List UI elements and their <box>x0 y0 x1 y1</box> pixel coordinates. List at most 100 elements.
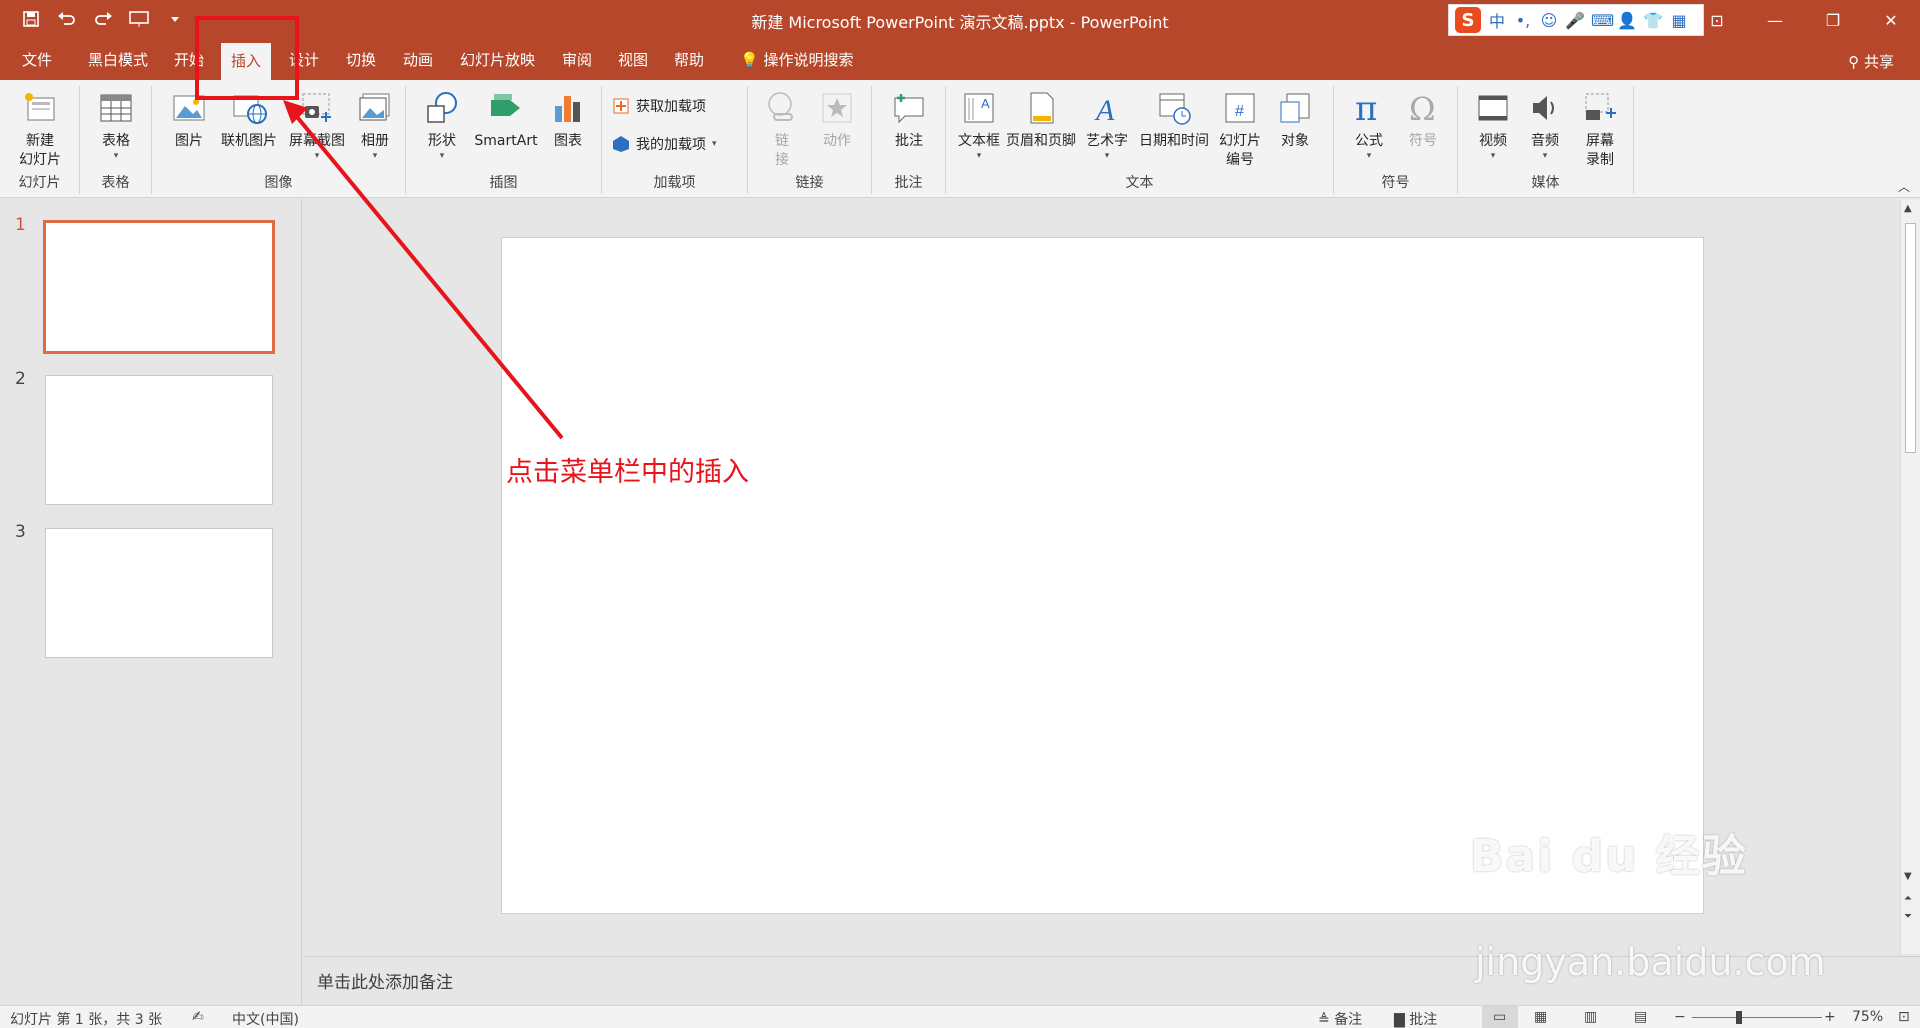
comment-button[interactable]: 批注 <box>884 90 934 151</box>
reading-view-button[interactable]: ▥ <box>1584 1009 1597 1025</box>
language-indicator[interactable]: 中文(中国) <box>232 1009 299 1028</box>
screen-recording-button[interactable]: 屏幕 录制 <box>1574 90 1626 170</box>
textbox-label: 文本框 <box>958 133 1000 149</box>
zoom-in-button[interactable]: + <box>1824 1009 1836 1025</box>
tell-me-search[interactable]: 💡 操作说明搜索 <box>730 40 863 80</box>
grid-menu-icon[interactable]: ▦ <box>1669 11 1689 30</box>
zoom-level[interactable]: 75% <box>1852 1009 1883 1025</box>
comments-toggle-label: 批注 <box>1409 1012 1438 1028</box>
scroll-down-icon[interactable]: ▼ <box>1904 871 1912 882</box>
action-button[interactable]: 动作 <box>812 90 862 151</box>
scroll-up-icon[interactable]: ▲ <box>1904 203 1912 214</box>
skin-icon[interactable]: 👕 <box>1643 11 1663 30</box>
zoom-out-button[interactable]: − <box>1674 1009 1686 1025</box>
screen-record-icon <box>1585 93 1616 120</box>
group-text: A 文本框 ▾ 页眉和页脚 A 艺术字 ▾ 日期和时间 # 幻灯片 编号 对象 … <box>946 86 1334 194</box>
slide-thumbnail-1[interactable] <box>43 220 275 354</box>
previous-slide-icon[interactable]: ⏶ <box>1904 893 1912 904</box>
comment-label: 批注 <box>895 133 923 149</box>
scrollbar-thumb[interactable] <box>1905 223 1916 453</box>
user-icon[interactable]: 👤 <box>1617 11 1637 30</box>
ribbon-display-icon: ⊡ <box>1710 10 1724 30</box>
my-addins-button[interactable]: 我的加载项 ▾ <box>612 134 717 154</box>
video-button[interactable]: 视频 ▾ <box>1468 90 1518 161</box>
tab-slideshow[interactable]: 幻灯片放映 <box>450 40 545 80</box>
textbox-icon: A <box>964 93 994 123</box>
tab-bw-mode[interactable]: 黑白模式 <box>78 40 158 80</box>
date-time-button[interactable]: 日期和时间 <box>1134 90 1214 151</box>
object-button[interactable]: 对象 <box>1270 90 1320 151</box>
keyboard-icon[interactable]: ⌨ <box>1591 11 1614 30</box>
slide-number-button[interactable]: # 幻灯片 编号 <box>1214 90 1266 170</box>
reading-view-icon: ▥ <box>1584 1009 1598 1025</box>
microphone-icon[interactable]: 🎤 <box>1565 11 1585 30</box>
picture-label: 图片 <box>175 133 203 149</box>
ime-language-toggle[interactable]: 中 <box>1487 8 1507 32</box>
group-illustrations: 形状 ▾ SmartArt 图表 插图 <box>406 86 602 194</box>
share-button[interactable]: ⚲ 共享 <box>1848 51 1894 72</box>
group-label: 图像 <box>264 175 293 191</box>
tab-transitions[interactable]: 切换 <box>336 40 386 80</box>
ime-toolbar: S 中 •, ☺ 🎤 ⌨ 👤 👕 ▦ <box>1448 4 1704 36</box>
slide-number: 1 <box>15 215 26 235</box>
slide-thumbnail-2[interactable] <box>45 375 273 505</box>
highlight-box <box>195 16 299 100</box>
shapes-button[interactable]: 形状 ▾ <box>416 90 468 161</box>
notes-icon: ≜ <box>1318 1012 1330 1028</box>
textbox-button[interactable]: A 文本框 ▾ <box>954 90 1004 161</box>
photo-album-button[interactable]: 相册 ▾ <box>348 90 402 161</box>
baidu-watermark-url: jingyan.baidu.com <box>1475 940 1826 984</box>
fit-slide-icon[interactable]: ⊡ <box>1898 1009 1910 1025</box>
spellcheck-icon[interactable]: ✍ <box>192 1009 204 1025</box>
audio-button[interactable]: 音频 ▾ <box>1520 90 1570 161</box>
object-icon <box>1280 93 1310 123</box>
symbol-button[interactable]: Ω 符号 <box>1398 90 1448 151</box>
tab-view[interactable]: 视图 <box>608 40 658 80</box>
tab-review[interactable]: 审阅 <box>552 40 602 80</box>
chevron-down-icon: ▾ <box>314 151 320 161</box>
screenshot-button[interactable]: 屏幕截图 ▾ <box>282 90 352 161</box>
film-icon <box>1478 95 1508 121</box>
normal-view-button[interactable]: ▭ <box>1482 1006 1518 1028</box>
group-label: 幻灯片 <box>18 175 61 191</box>
notes-toggle[interactable]: ≜ 备注 <box>1318 1009 1362 1028</box>
vertical-scrollbar[interactable]: ▲ ▼ ⏶ ⏷ <box>1900 199 1920 954</box>
comment-icon <box>894 94 924 124</box>
link-button[interactable]: 链 接 <box>760 90 804 170</box>
new-slide-label-2: 幻灯片 <box>19 152 61 168</box>
slide-sorter-button[interactable]: ▦ <box>1534 1009 1547 1025</box>
photo-album-label: 相册 <box>361 133 389 149</box>
slide-thumbnail-3[interactable] <box>45 528 273 658</box>
close-button[interactable]: ✕ <box>1862 0 1920 40</box>
zoom-slider-thumb[interactable] <box>1736 1011 1742 1024</box>
wordart-button[interactable]: A 艺术字 ▾ <box>1082 90 1132 161</box>
slide-number: 3 <box>15 522 26 542</box>
action-label: 动作 <box>823 133 851 149</box>
get-addins-button[interactable]: 获取加载项 <box>612 96 706 116</box>
slide-number-label-2: 编号 <box>1226 152 1254 168</box>
tab-animations[interactable]: 动画 <box>393 40 443 80</box>
chart-button[interactable]: 图表 <box>542 90 594 151</box>
restore-button[interactable]: ❐ <box>1804 0 1862 40</box>
slide-canvas[interactable] <box>501 237 1704 914</box>
tab-help[interactable]: 帮助 <box>664 40 714 80</box>
tab-file[interactable]: 文件 <box>12 40 62 80</box>
next-slide-icon[interactable]: ⏷ <box>1904 911 1912 922</box>
minimize-button[interactable]: — <box>1746 0 1804 40</box>
collapse-ribbon-button[interactable]: ︿ <box>1898 178 1910 195</box>
ribbon-display-options-button[interactable]: ⊡ <box>1688 0 1746 40</box>
chevron-down-icon: ▾ <box>1490 151 1496 161</box>
slideshow-view-button[interactable]: ▤ <box>1634 1009 1647 1025</box>
group-tables: 表格 ▾ 表格 <box>80 86 152 194</box>
emoji-icon[interactable]: ☺ <box>1539 11 1559 30</box>
screenshot-label: 屏幕截图 <box>289 133 345 149</box>
comments-toggle[interactable]: ▇ 批注 <box>1394 1009 1437 1028</box>
smartart-button[interactable]: SmartArt <box>468 90 544 151</box>
zoom-slider[interactable] <box>1692 1017 1822 1018</box>
ime-punctuation-toggle[interactable]: •, <box>1513 11 1533 30</box>
header-footer-button[interactable]: 页眉和页脚 <box>1002 90 1080 151</box>
table-button[interactable]: 表格 ▾ <box>90 90 142 161</box>
equation-button[interactable]: π 公式 ▾ <box>1344 89 1394 161</box>
new-slide-button[interactable]: 新建 幻灯片 <box>10 90 70 170</box>
group-slides: 新建 幻灯片 幻灯片 <box>0 86 80 194</box>
